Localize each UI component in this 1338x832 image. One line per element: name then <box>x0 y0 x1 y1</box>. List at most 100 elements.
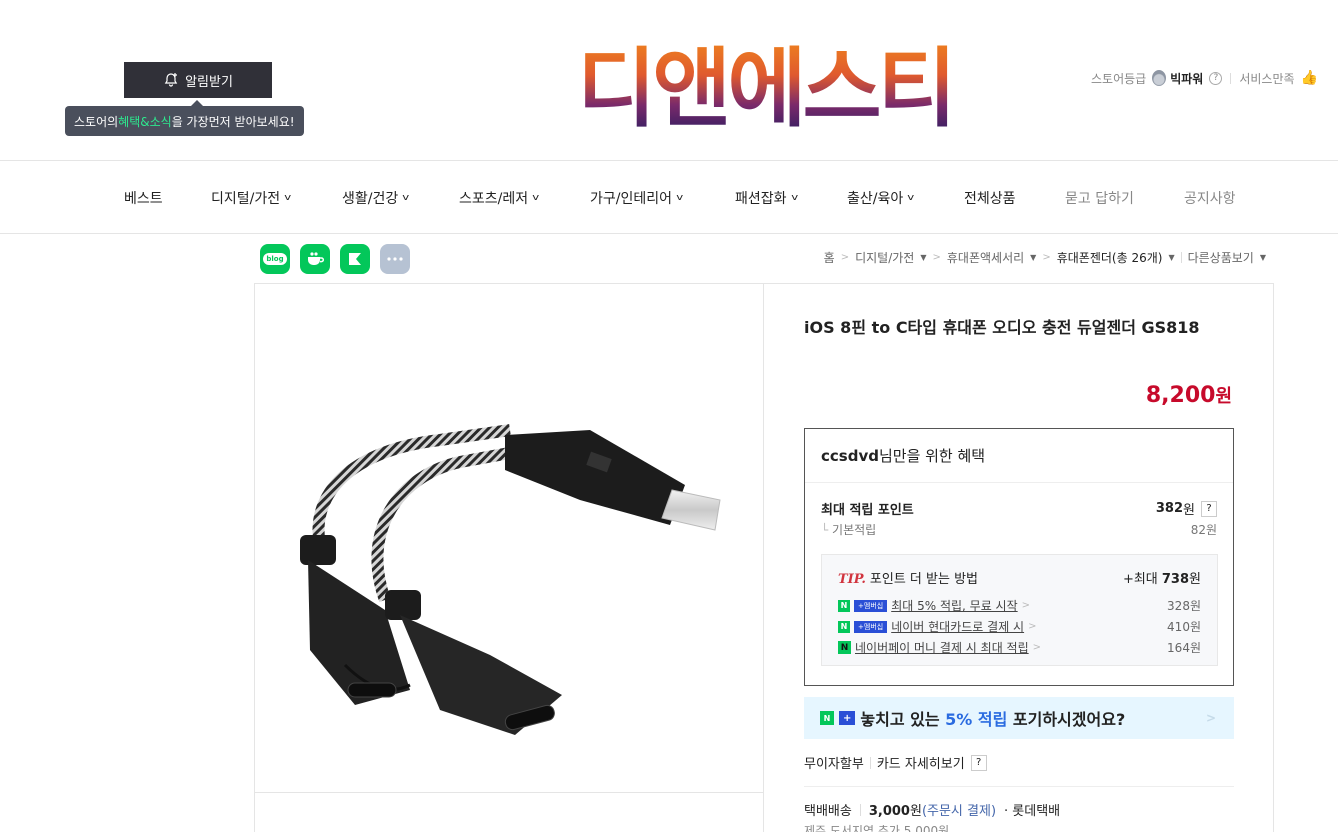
caret-down-icon: ▼ <box>1030 253 1037 262</box>
chevron-down-icon: v <box>676 193 684 203</box>
tip-line-membership[interactable]: N + 멤버십 최대 5% 적립, 무료 시작 > 328원 <box>838 597 1201 614</box>
nav-label: 베스트 <box>124 191 163 207</box>
benefit-heading: ccsdvd님만을 위한 혜택 <box>805 429 1233 483</box>
divider <box>804 786 1234 787</box>
membership-badge: + 멤버십 <box>854 599 888 612</box>
shipping-fee-unit: 원 <box>909 804 922 819</box>
divider <box>1230 72 1232 84</box>
tip-label: TIP. <box>838 572 866 587</box>
nav-label: 출산/육아 <box>847 191 904 207</box>
nav-item-qna[interactable]: 묻고 답하기 <box>1065 188 1134 208</box>
tip-max-unit: 원 <box>1189 572 1201 587</box>
nav-item-baby[interactable]: 출산/육아 v <box>847 188 914 208</box>
divider <box>859 803 861 816</box>
nav-item-all[interactable]: 전체상품 <box>964 188 1016 208</box>
nav-item-sports[interactable]: 스포츠/레저 v <box>459 188 539 208</box>
store-logo[interactable]: 디앤에스티 <box>560 30 970 139</box>
nav-label: 가구/인테리어 <box>590 191 672 207</box>
nav-item-fashion[interactable]: 패션잡화 v <box>735 188 798 208</box>
nav-label: 패션잡화 <box>735 191 787 207</box>
price-currency: 원 <box>1215 386 1232 407</box>
other-products-link[interactable]: 다른상품보기 <box>1188 249 1254 266</box>
points-help-icon[interactable]: ? <box>1201 500 1217 517</box>
shipping-carrier: · 롯데택배 <box>1004 804 1061 819</box>
store-header: 알림받기 스토어의 혜택&소식 을 가장먼저 받아보세요! 디앤에스티 스토어등급… <box>0 0 1338 161</box>
chevron-right-icon: > <box>1028 621 1037 632</box>
price-value: 8,200 <box>1145 383 1216 408</box>
nav-item-notice[interactable]: 공지사항 <box>1184 188 1236 208</box>
tooltip-prefix: 스토어의 <box>74 114 119 129</box>
tip-line-pay[interactable]: N 네이버페이 머니 결제 시 최대 적립 > 164원 <box>838 639 1201 656</box>
naver-n-icon: N <box>820 711 834 725</box>
cafe-share-icon[interactable] <box>300 244 330 274</box>
chevron-down-icon: v <box>402 193 410 203</box>
chevron-down-icon: v <box>907 193 915 203</box>
tip-line-amount: 410원 <box>1167 620 1201 634</box>
nav-item-best[interactable]: 베스트 <box>124 188 163 208</box>
member-benefit-box: ccsdvd님만을 위한 혜택 최대 적립 포인트 382 원? └ 기본적립 8… <box>804 428 1234 686</box>
shipping-condition: (주문시 결제) <box>921 804 997 819</box>
nav-label: 생활/건강 <box>342 191 399 207</box>
medal-icon <box>1152 70 1167 86</box>
tip-line-card[interactable]: N + 멤버십 네이버 현대카드로 결제 시 > 410원 <box>838 618 1201 635</box>
product-image[interactable] <box>290 400 730 760</box>
payment-info: 무이자할부 카드 자세히보기 ? <box>804 753 987 772</box>
nav-label: 스포츠/레저 <box>459 191 529 207</box>
shipping-fee: 3,000 <box>868 804 910 819</box>
share-bar: blog <box>260 244 410 274</box>
membership-badge: + 멤버십 <box>854 620 888 633</box>
tip-max-prefix: +최대 <box>1122 572 1162 587</box>
alarm-label: 알림받기 <box>185 74 233 90</box>
naver-pay-icon: N <box>838 641 851 654</box>
membership-banner[interactable]: N + 놓치고 있는 5% 적립 포기하시겠어요? > <box>804 697 1234 739</box>
alarm-subscribe-button[interactable]: 알림받기 <box>124 62 272 98</box>
tip-max-value: 738 <box>1161 572 1190 587</box>
tip-title: 포인트 더 받는 방법 <box>869 572 978 587</box>
grade-help-icon[interactable]: ? <box>1209 71 1223 85</box>
tooltip-highlight: 혜택&소식 <box>118 114 172 129</box>
card-help-icon[interactable]: ? <box>970 754 987 771</box>
caret-down-icon: ▼ <box>1168 253 1175 262</box>
breadcrumb-home[interactable]: 홈 <box>824 249 835 266</box>
points-unit: 원 <box>1183 503 1195 518</box>
product-title: iOS 8핀 to C타입 휴대폰 오디오 충전 듀얼젠더 GS818 <box>804 318 1200 337</box>
more-share-icon[interactable] <box>380 244 410 274</box>
tip-max: +최대 738원 <box>1123 568 1201 587</box>
band-share-icon[interactable] <box>340 244 370 274</box>
breadcrumb-current[interactable]: 휴대폰젠더(총 26개) <box>1057 249 1163 266</box>
breadcrumb-level2[interactable]: 휴대폰액세서리 <box>947 249 1024 266</box>
chevron-right-icon: > <box>840 252 850 263</box>
banner-text-after: 포기하시겠어요? <box>1007 710 1126 729</box>
nav-item-digital[interactable]: 디지털/가전 v <box>211 188 291 208</box>
nav-item-living[interactable]: 생활/건강 v <box>342 188 409 208</box>
tip-heading: TIP. 포인트 더 받는 방법 +최대 738원 <box>838 568 1201 587</box>
tip-line-amount: 164원 <box>1167 641 1201 655</box>
chevron-right-icon: > <box>1205 711 1216 725</box>
basic-points-row: └ 기본적립 82원 <box>821 521 1217 538</box>
caret-down-icon: ▼ <box>1259 253 1266 262</box>
tip-box: TIP. 포인트 더 받는 방법 +최대 738원 N + 멤버십 최대 5% 적립,… <box>821 554 1218 666</box>
membership-badge-label: 멤버십 <box>863 601 884 610</box>
store-grade: 스토어등급 빅파워 ? 서비스만족 👍 <box>1091 68 1318 88</box>
chevron-right-icon: > <box>932 252 941 263</box>
blog-share-icon[interactable]: blog <box>260 244 290 274</box>
banner-highlight: 5% 적립 <box>945 710 1008 729</box>
divider <box>869 756 871 769</box>
chevron-right-icon: > <box>1021 600 1031 611</box>
chevron-right-icon: > <box>1042 252 1051 263</box>
membership-badge-label: 멤버십 <box>863 622 884 631</box>
store-grade-label: 스토어등급 <box>1091 71 1147 86</box>
nav-label: 디지털/가전 <box>211 191 281 207</box>
banner-text: 놓치고 있는 5% 적립 포기하시겠어요? <box>860 706 1125 730</box>
naver-n-icon: N <box>838 620 850 633</box>
service-satisfaction-label: 서비스만족 <box>1239 71 1295 86</box>
breadcrumb-level1[interactable]: 디지털/가전 <box>855 249 914 266</box>
shipping-extra: 제주 도서지역 추가 5,000원 <box>804 824 950 832</box>
tip-line-text: 최대 5% 적립, 무료 시작 <box>891 599 1018 613</box>
card-detail-link[interactable]: 카드 자세히보기 <box>877 753 965 772</box>
bell-plus-icon <box>164 73 178 87</box>
tip-line-text: 네이버페이 머니 결제 시 최대 적립 <box>855 641 1029 655</box>
benefit-heading-suffix: 님만을 위한 혜택 <box>878 447 986 465</box>
nav-item-furniture[interactable]: 가구/인테리어 v <box>590 188 684 208</box>
thumbs-up-icon: 👍 <box>1300 70 1318 86</box>
